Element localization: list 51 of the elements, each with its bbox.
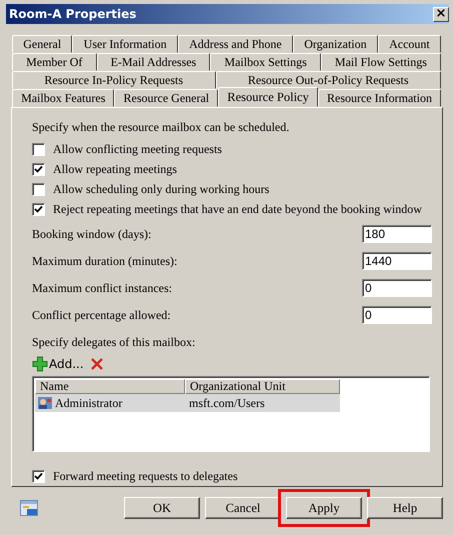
checkbox-label: Forward meeting requests to delegates — [53, 468, 238, 484]
tab[interactable]: Mail Flow Settings — [320, 53, 442, 71]
input-field[interactable]: 180 — [362, 225, 432, 243]
checkbox-label: Reject repeating meetings that have an end date beyond the booking window — [53, 202, 422, 216]
tab[interactable]: Resource Policy — [218, 87, 318, 107]
tab[interactable]: Mailbox Settings — [210, 53, 321, 71]
field-label: Maximum conflict instances: — [32, 280, 172, 296]
window-title: Room-A Properties — [8, 7, 136, 21]
dialog-button[interactable]: Help — [367, 497, 443, 519]
column-header[interactable]: Name — [35, 379, 185, 394]
checkbox[interactable] — [32, 142, 45, 156]
add-button[interactable]: Add... — [32, 356, 84, 372]
table-cell-text: msft.com/Users — [188, 396, 266, 410]
checkbox-label: Allow conflicting meeting requests — [53, 142, 222, 156]
dialog-button[interactable]: Apply — [286, 497, 362, 519]
tab[interactable]: Organization — [292, 35, 378, 53]
input-field[interactable]: 0 — [362, 306, 432, 324]
tab[interactable]: User Information — [72, 35, 178, 53]
tab[interactable]: Resource Out-of-Policy Requests — [216, 71, 441, 89]
section-heading: Specify delegates of this mailbox: — [32, 335, 196, 350]
tab[interactable]: Member Of — [12, 53, 96, 71]
console-icon — [20, 500, 38, 516]
dialog-button[interactable]: Cancel — [205, 497, 281, 519]
checkbox-label: Allow repeating meetings — [53, 162, 177, 176]
list-row[interactable]: Administrator msft.com/Users — [35, 394, 340, 412]
section-heading: Specify when the resource mailbox can be scheduled. — [32, 120, 290, 135]
tab[interactable]: Resource In-Policy Requests — [12, 71, 216, 89]
table-cell: Administrator — [55, 396, 122, 410]
field-label: Maximum duration (minutes): — [32, 254, 178, 268]
tab[interactable]: Resource General — [114, 89, 218, 107]
dialog-button[interactable]: OK — [124, 497, 200, 519]
delete-icon[interactable] — [90, 357, 104, 371]
tab[interactable]: Account — [378, 35, 441, 53]
input-field[interactable]: 1440 — [362, 252, 432, 270]
tab[interactable]: Address and Phone — [178, 35, 293, 53]
tab[interactable]: General — [12, 35, 72, 53]
tab[interactable]: Mailbox Features — [12, 89, 114, 107]
tab[interactable]: E-Mail Addresses — [96, 53, 210, 71]
checkbox[interactable] — [32, 162, 45, 176]
column-header[interactable]: Organizational Unit — [185, 379, 340, 394]
field-label: Conflict percentage allowed: — [32, 308, 171, 322]
plus-icon — [32, 356, 48, 372]
tab[interactable]: Resource Information — [318, 89, 442, 107]
checkbox[interactable] — [32, 470, 45, 482]
input-field[interactable]: 0 — [362, 279, 432, 297]
close-button[interactable]: × — [433, 6, 449, 22]
user-icon — [37, 395, 53, 411]
checkbox[interactable] — [32, 182, 45, 196]
checkbox[interactable] — [32, 202, 45, 216]
field-label: Booking window (days): — [32, 226, 152, 242]
checkbox-label: Allow scheduling only during working hours — [53, 182, 270, 196]
